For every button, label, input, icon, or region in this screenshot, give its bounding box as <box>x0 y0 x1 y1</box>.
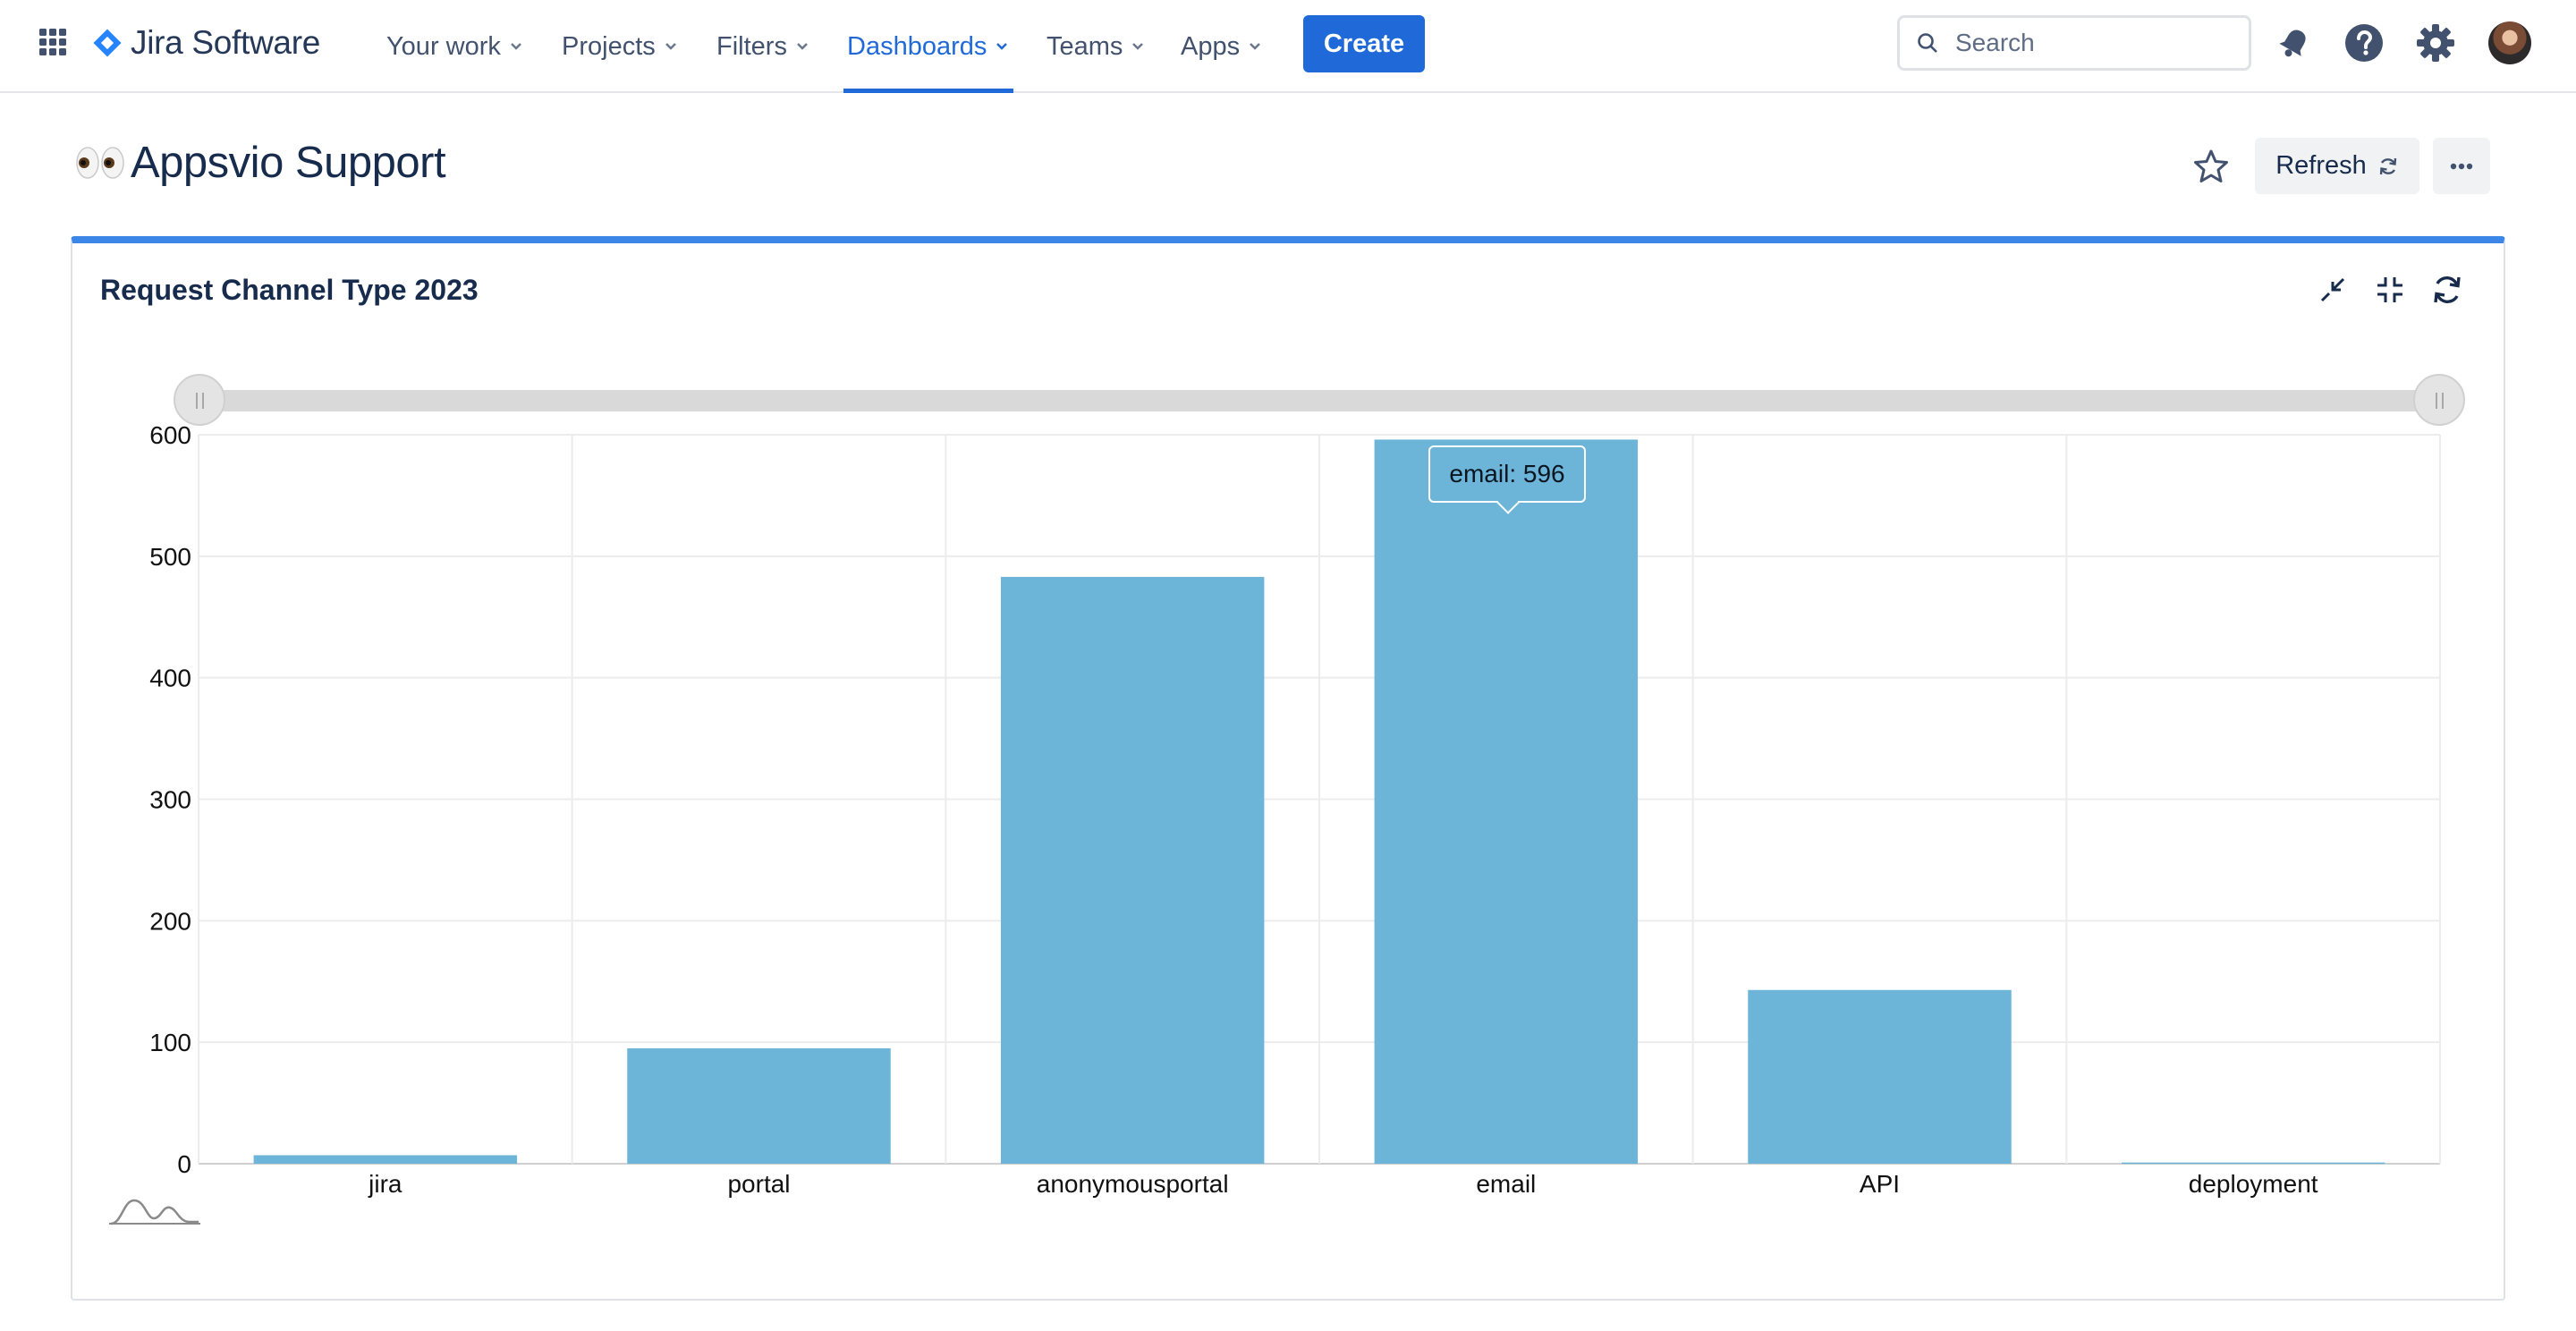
y-tick-label: 500 <box>149 543 191 571</box>
x-tick-label: API <box>1860 1170 1900 1198</box>
x-tick-label: jira <box>368 1170 402 1198</box>
bar-jira <box>253 1155 518 1164</box>
bar-API <box>1748 989 2012 1164</box>
bar-chart: 0 100 200 300 400 500 600 jira portal anonymouspo… <box>109 421 2441 1225</box>
bar-email <box>1374 439 1639 1164</box>
x-tick-label: portal <box>727 1170 790 1198</box>
bar-deployment <box>2121 1162 2385 1165</box>
y-tick-label: 400 <box>149 665 191 692</box>
y-tick-label: 600 <box>149 421 191 449</box>
chart-tooltip: email: 596 <box>1428 445 1586 503</box>
y-tick-label: 300 <box>149 786 191 814</box>
y-tick-label: 200 <box>149 907 191 935</box>
y-tick-label: 0 <box>177 1150 191 1178</box>
y-tick-label: 100 <box>149 1029 191 1056</box>
x-tick-label: deployment <box>2189 1170 2318 1198</box>
x-tick-label: anonymousportal <box>1037 1170 1229 1198</box>
bar-portal <box>627 1047 891 1164</box>
x-tick-label: email <box>1476 1170 1536 1198</box>
zoom-preview-icon <box>110 1199 199 1225</box>
bar-anonymousportal <box>1000 576 1265 1164</box>
